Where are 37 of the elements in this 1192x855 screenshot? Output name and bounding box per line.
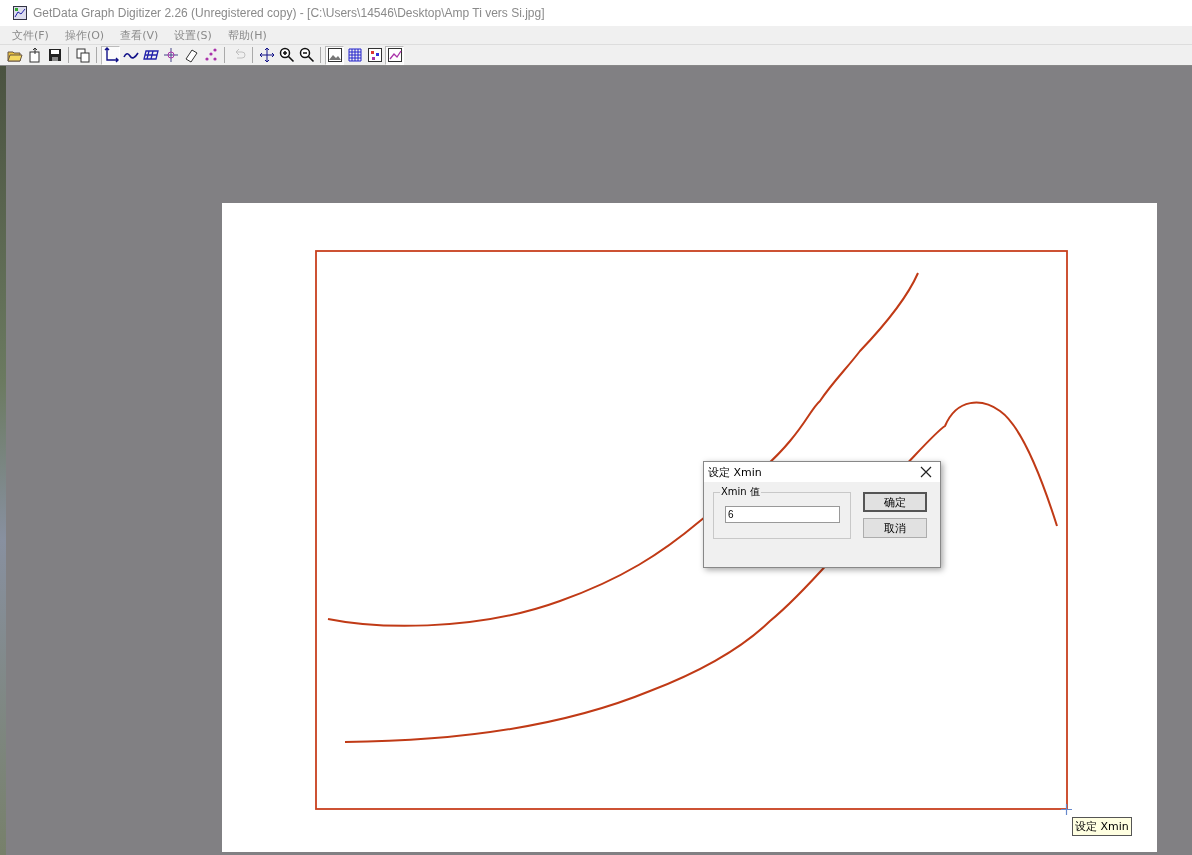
point-tool-button[interactable] bbox=[161, 45, 180, 65]
menu-item[interactable]: 帮助(H) bbox=[219, 27, 275, 43]
menu-item[interactable]: 设置(S) bbox=[166, 27, 220, 43]
pan-icon bbox=[258, 47, 275, 63]
app-icon bbox=[13, 6, 27, 20]
menu-item[interactable]: 操作(O) bbox=[56, 27, 113, 43]
zoomin-tool-button[interactable] bbox=[277, 45, 296, 65]
window-title: GetData Graph Digitizer 2.26 (Unregistered copy) - [C:\Users\14546\Desktop\Amp Ti vers Si.jpg] bbox=[33, 6, 545, 20]
image-icon bbox=[326, 47, 343, 63]
copy-icon bbox=[74, 47, 91, 63]
axes-icon bbox=[102, 47, 119, 63]
close-icon[interactable] bbox=[920, 466, 932, 478]
export-icon bbox=[26, 47, 43, 63]
pointsview-icon bbox=[366, 47, 383, 63]
chart-tool-button[interactable] bbox=[385, 45, 404, 65]
gridview-icon bbox=[346, 47, 363, 63]
dialog-button[interactable]: 取消 bbox=[863, 518, 927, 538]
input-field[interactable]: 6 bbox=[725, 506, 840, 523]
copy-tool-button[interactable] bbox=[73, 45, 92, 65]
image-tool-button[interactable] bbox=[325, 45, 344, 65]
grid-icon bbox=[142, 47, 159, 63]
group-label: Xmin 值 bbox=[720, 485, 761, 499]
zoomout-icon bbox=[298, 47, 315, 63]
zoomin-icon bbox=[278, 47, 295, 63]
gridview-tool-button[interactable] bbox=[345, 45, 364, 65]
point-icon bbox=[162, 47, 179, 63]
menu-item[interactable]: 文件(F) bbox=[4, 27, 57, 43]
pan-tool-button[interactable] bbox=[257, 45, 276, 65]
pointsview-tool-button[interactable] bbox=[365, 45, 384, 65]
chart-icon bbox=[386, 47, 403, 63]
dialog-title: 设定 Xmin bbox=[708, 464, 762, 480]
dialog-button[interactable]: 确定 bbox=[863, 492, 927, 512]
zoomout-tool-button[interactable] bbox=[297, 45, 316, 65]
axes-tool-button[interactable] bbox=[101, 45, 120, 65]
tooltip: 设定 Xmin bbox=[1072, 817, 1132, 836]
crosshair-cursor-icon bbox=[1061, 804, 1072, 815]
menu-item[interactable]: 查看(V) bbox=[112, 27, 167, 43]
